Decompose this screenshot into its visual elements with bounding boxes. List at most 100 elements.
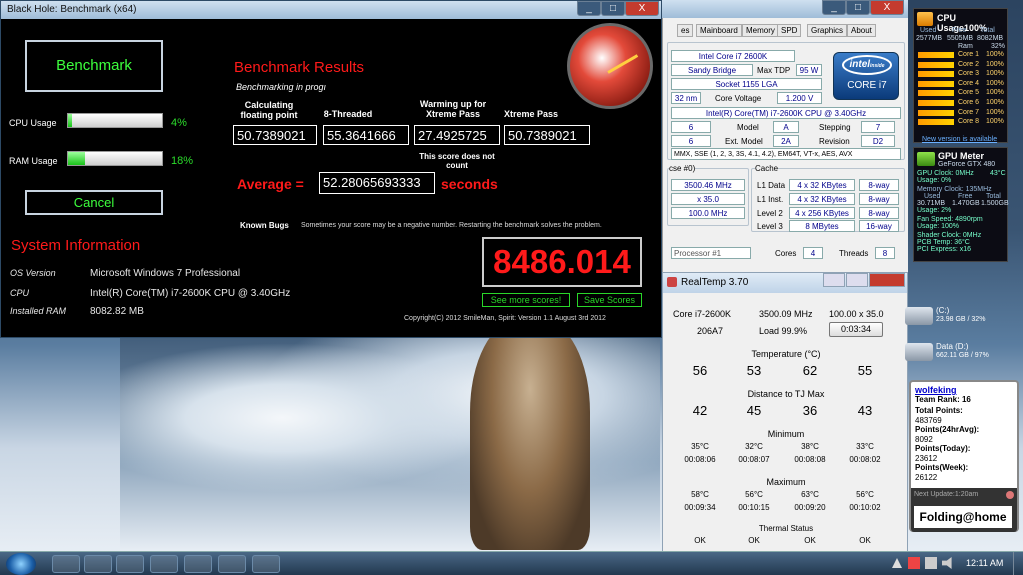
tdp-label: Max TDP: [757, 66, 791, 75]
os-value: Microsoft Windows 7 Professional: [90, 268, 241, 279]
chrome-taskbar-icon[interactable]: [116, 555, 144, 573]
fan-usage: Usage: 100%: [917, 223, 960, 230]
col-floating-point-label: Calculating floating point: [240, 100, 298, 120]
tab-mainboard[interactable]: Mainboard: [696, 24, 742, 37]
realtemp-maximize-button[interactable]: [846, 273, 868, 287]
team-rank: Team Rank: 16: [915, 395, 971, 404]
flag-icon[interactable]: [908, 557, 920, 569]
show-desktop-button[interactable]: [1013, 552, 1023, 575]
average-value: 52.28065693333: [319, 172, 435, 194]
score-note: This score does not count: [419, 152, 495, 170]
tab-about[interactable]: About: [847, 24, 876, 37]
gpu-meter-gadget: GPU Meter GeForce GTX 480 GPU Clock: 0MH…: [913, 147, 1009, 262]
clocks-label: cse #0): [669, 164, 696, 173]
model-label: Model: [737, 123, 759, 132]
folding-logo: Folding@home: [914, 506, 1012, 528]
tdp-value: 95 W: [796, 64, 822, 76]
drive-c-icon[interactable]: [905, 307, 933, 325]
cancel-button[interactable]: Cancel: [25, 190, 163, 215]
benchmark-button[interactable]: Benchmark: [25, 40, 163, 92]
explorer-taskbar-icon[interactable]: [184, 555, 212, 573]
l1d-way: 8-way: [859, 179, 899, 191]
cache-label: Cache: [755, 164, 779, 173]
tab-graphics[interactable]: Graphics: [807, 24, 848, 37]
l2-value: 4 x 256 KBytes: [789, 207, 855, 219]
voltage-label: Core Voltage: [715, 94, 762, 103]
clock[interactable]: 12:11 AM: [966, 558, 1003, 568]
core-label: Core 4: [958, 79, 980, 87]
cpu-gadget-free-label: Free: [952, 27, 967, 34]
realtemp-close-button[interactable]: [869, 273, 905, 287]
l1i-way: 8-way: [859, 193, 899, 205]
core-pct: 100%: [986, 108, 1004, 116]
see-more-scores-button[interactable]: See more scores!: [482, 293, 570, 307]
minimize-button[interactable]: _: [577, 1, 601, 16]
core-label: Core 5: [958, 89, 980, 97]
cpuz-close-button[interactable]: X: [870, 0, 904, 15]
folder-taskbar-icon[interactable]: [52, 555, 80, 573]
cpu-name: Intel Core i7 2600K: [671, 50, 795, 62]
col-8-threaded-label: 8-Threaded: [323, 109, 373, 119]
cpu-usage-value: 4%: [171, 117, 187, 129]
realtemp-window: RealTemp 3.70 Core i7-2600K 3500.09 MHz …: [662, 272, 908, 552]
gpu-mem-used: 30.71MB: [917, 200, 946, 207]
cpuz-maximize-button[interactable]: □: [846, 0, 870, 15]
l3-way: 16-way: [859, 220, 899, 232]
revision-label: Revision: [819, 137, 850, 146]
network-icon[interactable]: [925, 557, 937, 569]
status-core-4: OK: [859, 536, 871, 545]
min-time-3: 00:08:08: [794, 455, 826, 464]
ram-usage-label: RAM Usage: [9, 156, 58, 166]
benchmark-status: Benchmarking in progı: [236, 82, 327, 92]
cpu-chip-icon: [917, 12, 933, 26]
rt-cpu: Core i7-2600K: [673, 309, 732, 319]
maximize-button[interactable]: □: [601, 1, 625, 16]
cpu-spec: Intel(R) Core(TM) i7-2600K CPU @ 3.40GHz: [671, 107, 901, 119]
folding-user-link[interactable]: wolfeking: [915, 385, 957, 395]
show-hidden-icons[interactable]: [892, 558, 902, 568]
mem-clock: Memory Clock: 135MHz: [917, 186, 992, 193]
min-core-2: 32°C: [745, 442, 763, 451]
cpuz-minimize-button[interactable]: _: [822, 0, 846, 15]
points-24hr-label: Points(24hrAvg):: [915, 425, 980, 434]
tab-spd[interactable]: SPD: [777, 24, 802, 37]
intel-logo-text: intel: [849, 59, 871, 70]
blackhole-titlebar[interactable]: Black Hole: Benchmark (x64): [1, 1, 661, 19]
blackhole-taskbar-icon[interactable]: [252, 555, 280, 573]
cpu-gadget-title: CPU Usage100%: [937, 13, 988, 33]
core-i7-text: CORE i7: [847, 80, 887, 91]
cpuz-titlebar[interactable]: _ □ X: [662, 0, 908, 18]
core-usage-bar: [918, 100, 954, 106]
dist-core-1: 42: [692, 403, 708, 418]
cpuz-taskbar-icon[interactable]: [150, 555, 178, 573]
volume-icon[interactable]: [942, 557, 952, 569]
core-usage-bar: [918, 71, 954, 78]
start-button[interactable]: [6, 553, 36, 575]
average-label: Average =: [237, 176, 304, 192]
ram-used: 2577MB: [916, 35, 943, 42]
update-link[interactable]: New version is available: [922, 136, 997, 143]
tab-memory[interactable]: Memory: [742, 24, 779, 37]
ext-model-value: 2A: [773, 135, 799, 147]
realtemp-minimize-button[interactable]: [823, 273, 845, 287]
rt-load: Load 99.9%: [759, 326, 808, 336]
rt-timer-button[interactable]: 0:03:34: [829, 322, 883, 337]
core-label: Core 7: [958, 108, 980, 116]
cpu-usage-fill: [68, 114, 72, 127]
model-value: A: [773, 121, 799, 133]
copyright-text: Copyright(C) 2012 SmileMan, Spirit: Vers…: [404, 315, 606, 322]
core-usage-bar: [918, 119, 954, 126]
processor-select[interactable]: Processor #1: [671, 247, 751, 259]
ram-label: Installed RAM: [10, 306, 67, 316]
voltage-value: 1.200 V: [777, 92, 822, 104]
close-button[interactable]: X: [625, 1, 659, 16]
media-player-taskbar-icon[interactable]: [84, 555, 112, 573]
result-xtreme: 50.7389021: [504, 125, 590, 145]
desktop: Black Hole: Benchmark (x64) _ □ X Benchm…: [0, 0, 1023, 575]
ram-usage-fill: [68, 152, 85, 165]
app-taskbar-icon[interactable]: [218, 555, 246, 573]
save-scores-button[interactable]: Save Scores: [577, 293, 642, 307]
status-core-2: OK: [748, 536, 760, 545]
tab-cpu[interactable]: es: [677, 24, 694, 37]
drive-d-icon[interactable]: [905, 343, 933, 361]
